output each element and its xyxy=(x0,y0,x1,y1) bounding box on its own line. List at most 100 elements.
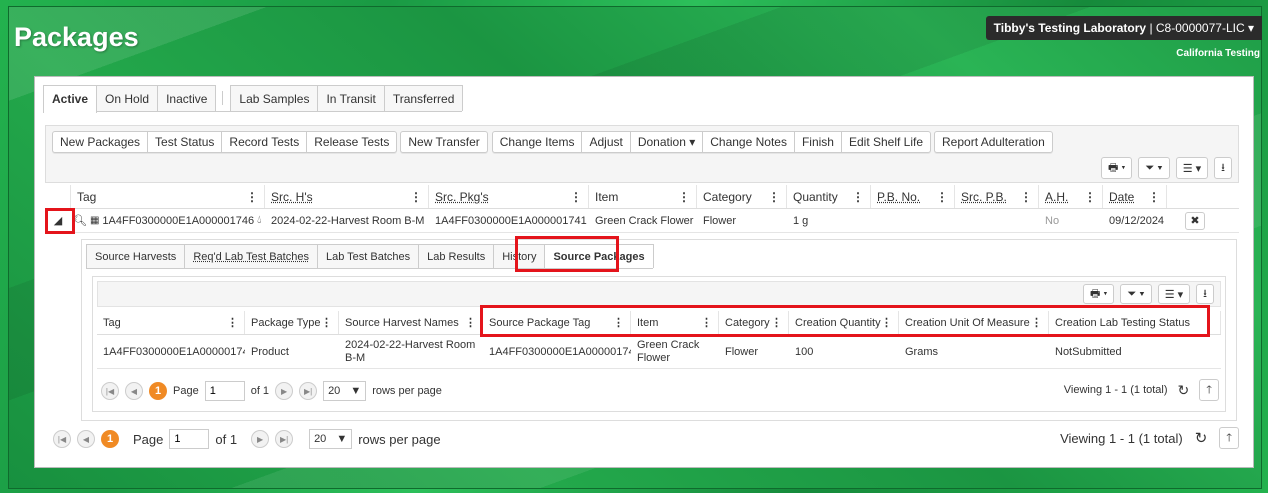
row-src-packages: 1A4FF0300000E1A000001741 xyxy=(435,214,587,227)
filter-icon[interactable]: ⏷ ▾ xyxy=(1138,157,1170,179)
prev-page-icon[interactable]: ◀ xyxy=(77,430,95,448)
finish-button[interactable]: Finish xyxy=(793,131,842,153)
refresh-icon[interactable]: ↻ xyxy=(1178,382,1190,399)
table-row[interactable]: 1A4FF0300000E1A000001746 Product 2024-02… xyxy=(97,335,1221,369)
first-page-icon[interactable]: |◀ xyxy=(53,430,71,448)
outer-pager: |◀ ◀ 1 Page of 1 ▶ ▶| 20▼ rows per page xyxy=(53,429,441,449)
last-page-icon[interactable]: ▶| xyxy=(275,430,294,448)
row-unit-of-measure: Grams xyxy=(905,345,938,358)
packages-panel: Active On Hold Inactive Lab Samples In T… xyxy=(34,76,1254,468)
highlight-expand-toggle xyxy=(45,208,75,234)
prev-page-icon[interactable]: ◀ xyxy=(125,382,143,400)
rows-per-page-label: rows per page xyxy=(358,431,441,447)
tab-transferred[interactable]: Transferred xyxy=(383,85,464,111)
refresh-icon[interactable]: ↻ xyxy=(1195,429,1208,447)
rows-per-page-select[interactable]: 20 ▼ xyxy=(309,429,353,449)
row-category: Flower xyxy=(725,345,759,358)
facility-license: C8-0000077-LIC xyxy=(1155,21,1245,35)
columns-icon[interactable]: ☰ ▾ xyxy=(1157,284,1191,304)
report-adulteration-button[interactable]: Report Adulteration xyxy=(934,131,1053,153)
drop-icon: 💧︎ xyxy=(257,214,262,226)
release-tests-button[interactable]: Release Tests xyxy=(306,131,398,153)
print-icon[interactable]: 🖶 ▾ xyxy=(1100,157,1133,179)
change-notes-button[interactable]: Change Notes xyxy=(702,131,795,153)
scroll-top-icon[interactable]: 🡑 xyxy=(1219,427,1239,449)
download-icon[interactable]: ⭳ xyxy=(1196,284,1214,304)
record-tests-button[interactable]: Record Tests xyxy=(221,131,308,153)
col-src-pb[interactable]: Src. P.B. ⋮ xyxy=(955,185,1039,208)
page-label: Page xyxy=(133,431,164,447)
col-package-type[interactable]: Package Type ⋮ xyxy=(245,311,339,334)
tab-source-harvests[interactable]: Source Harvests xyxy=(86,244,186,268)
row-date: 09/12/2024 xyxy=(1109,214,1165,227)
test-status-button[interactable]: Test Status xyxy=(147,131,223,153)
row-lab-status: NotSubmitted xyxy=(1055,345,1122,358)
tab-on-hold[interactable]: On Hold xyxy=(96,85,159,111)
page-input[interactable] xyxy=(204,381,245,401)
first-page-icon[interactable]: |◀ xyxy=(101,382,119,400)
search-icon[interactable]: 🔍︎ xyxy=(73,214,87,227)
next-page-icon[interactable]: ▶ xyxy=(275,382,294,400)
col-src-harvests[interactable]: Src. H's ⋮ xyxy=(265,185,429,208)
row-pb-no xyxy=(871,209,955,232)
outer-pager-status: Viewing 1 - 1 (1 total) ↻ 🡑 xyxy=(1060,427,1239,449)
page-title: Packages xyxy=(14,22,139,52)
page-input[interactable] xyxy=(169,429,210,449)
columns-icon[interactable]: ☰ ▾ xyxy=(1175,157,1209,179)
package-tabs: Active On Hold Inactive Lab Samples In T… xyxy=(43,85,464,113)
tab-lab-samples[interactable]: Lab Samples xyxy=(230,85,319,111)
row-package-type: Product xyxy=(251,345,289,358)
col-tag[interactable]: Tag ⋮ xyxy=(97,311,245,334)
adjust-button[interactable]: Adjust xyxy=(581,131,631,153)
tab-lab-results[interactable]: Lab Results xyxy=(418,244,495,268)
col-date[interactable]: Date ⋮ xyxy=(1103,185,1167,208)
row-item: Green Crack Flower xyxy=(595,214,694,227)
page-label: Page xyxy=(173,385,199,397)
of-pages-label: of 1 xyxy=(215,431,238,447)
col-ah[interactable]: A.H. ⋮ xyxy=(1039,185,1103,208)
col-category[interactable]: Category ⋮ xyxy=(697,185,787,208)
tab-inactive[interactable]: Inactive xyxy=(157,85,217,111)
col-quantity[interactable]: Quantity ⋮ xyxy=(787,185,871,208)
inner-pager-status: Viewing 1 - 1 (1 total) ↻ 🡑 xyxy=(1064,379,1219,401)
tab-reqd-lab-test-batches[interactable]: Req'd Lab Test Batches xyxy=(184,244,318,268)
next-page-icon[interactable]: ▶ xyxy=(251,430,270,448)
close-icon[interactable]: ✖ xyxy=(1185,211,1205,230)
table-row[interactable]: ◢ 🔍︎ ▦ 1A4FF0300000E1A000001746 💧︎ 2024-… xyxy=(45,209,1239,233)
col-source-harvest-names[interactable]: Source Harvest Names ⋮ xyxy=(339,311,483,334)
donation-button[interactable]: Donation ▾ xyxy=(629,131,704,153)
packages-grid-header: Tag ⋮ Src. H's ⋮ Src. Pkg's ⋮ Item ⋮ Categor… xyxy=(45,185,1239,209)
last-page-icon[interactable]: ▶| xyxy=(299,382,318,400)
new-transfer-button[interactable]: New Transfer xyxy=(400,131,488,153)
change-items-button[interactable]: Change Items xyxy=(491,131,583,153)
download-icon[interactable]: ⭳ xyxy=(1214,157,1232,179)
inner-pager: |◀ ◀ 1 Page of 1 ▶ ▶| 20▼ rows per page xyxy=(101,381,442,401)
row-source-package-tag: 1A4FF0300000E1A000001741 xyxy=(489,345,631,358)
edit-shelf-life-button[interactable]: Edit Shelf Life xyxy=(840,131,932,153)
chevron-down-icon: ▼ xyxy=(336,433,348,445)
row-src-harvests: 2024-02-22-Harvest Room B-M xyxy=(271,214,425,227)
filter-icon[interactable]: ⏷ ▾ xyxy=(1120,284,1152,304)
row-harvest-names: 2024-02-22-Harvest Room B-M xyxy=(345,338,476,364)
col-src-packages[interactable]: Src. Pkg's ⋮ xyxy=(429,185,589,208)
grid-icon[interactable]: ▦ xyxy=(90,215,99,226)
tab-active[interactable]: Active xyxy=(43,85,98,113)
new-packages-button[interactable]: New Packages xyxy=(52,131,149,153)
scroll-top-icon[interactable]: 🡑 xyxy=(1199,379,1219,401)
rows-per-page-select[interactable]: 20 ▼ xyxy=(323,381,367,401)
row-src-pb xyxy=(955,209,1039,232)
print-icon[interactable]: 🖶 ▾ xyxy=(1082,284,1115,304)
tab-lab-test-batches[interactable]: Lab Test Batches xyxy=(316,244,420,268)
current-page-badge[interactable]: 1 xyxy=(149,382,167,400)
col-tag[interactable]: Tag ⋮ xyxy=(71,185,265,208)
current-page-badge[interactable]: 1 xyxy=(101,430,119,448)
facility-name: Tibby's Testing Laboratory xyxy=(993,21,1147,35)
tab-in-transit[interactable]: In Transit xyxy=(317,85,385,111)
highlight-source-columns xyxy=(480,305,1210,337)
viewing-count: Viewing 1 - 1 (1 total) xyxy=(1063,384,1168,396)
col-pb-no[interactable]: P.B. No. ⋮ xyxy=(871,185,955,208)
row-tag: 1A4FF0300000E1A000001746 xyxy=(102,214,255,227)
chevron-down-icon: ▾ xyxy=(1247,21,1254,35)
col-item[interactable]: Item ⋮ xyxy=(589,185,697,208)
facility-selector[interactable]: Tibby's Testing Laboratory | C8-0000077-… xyxy=(985,16,1262,40)
